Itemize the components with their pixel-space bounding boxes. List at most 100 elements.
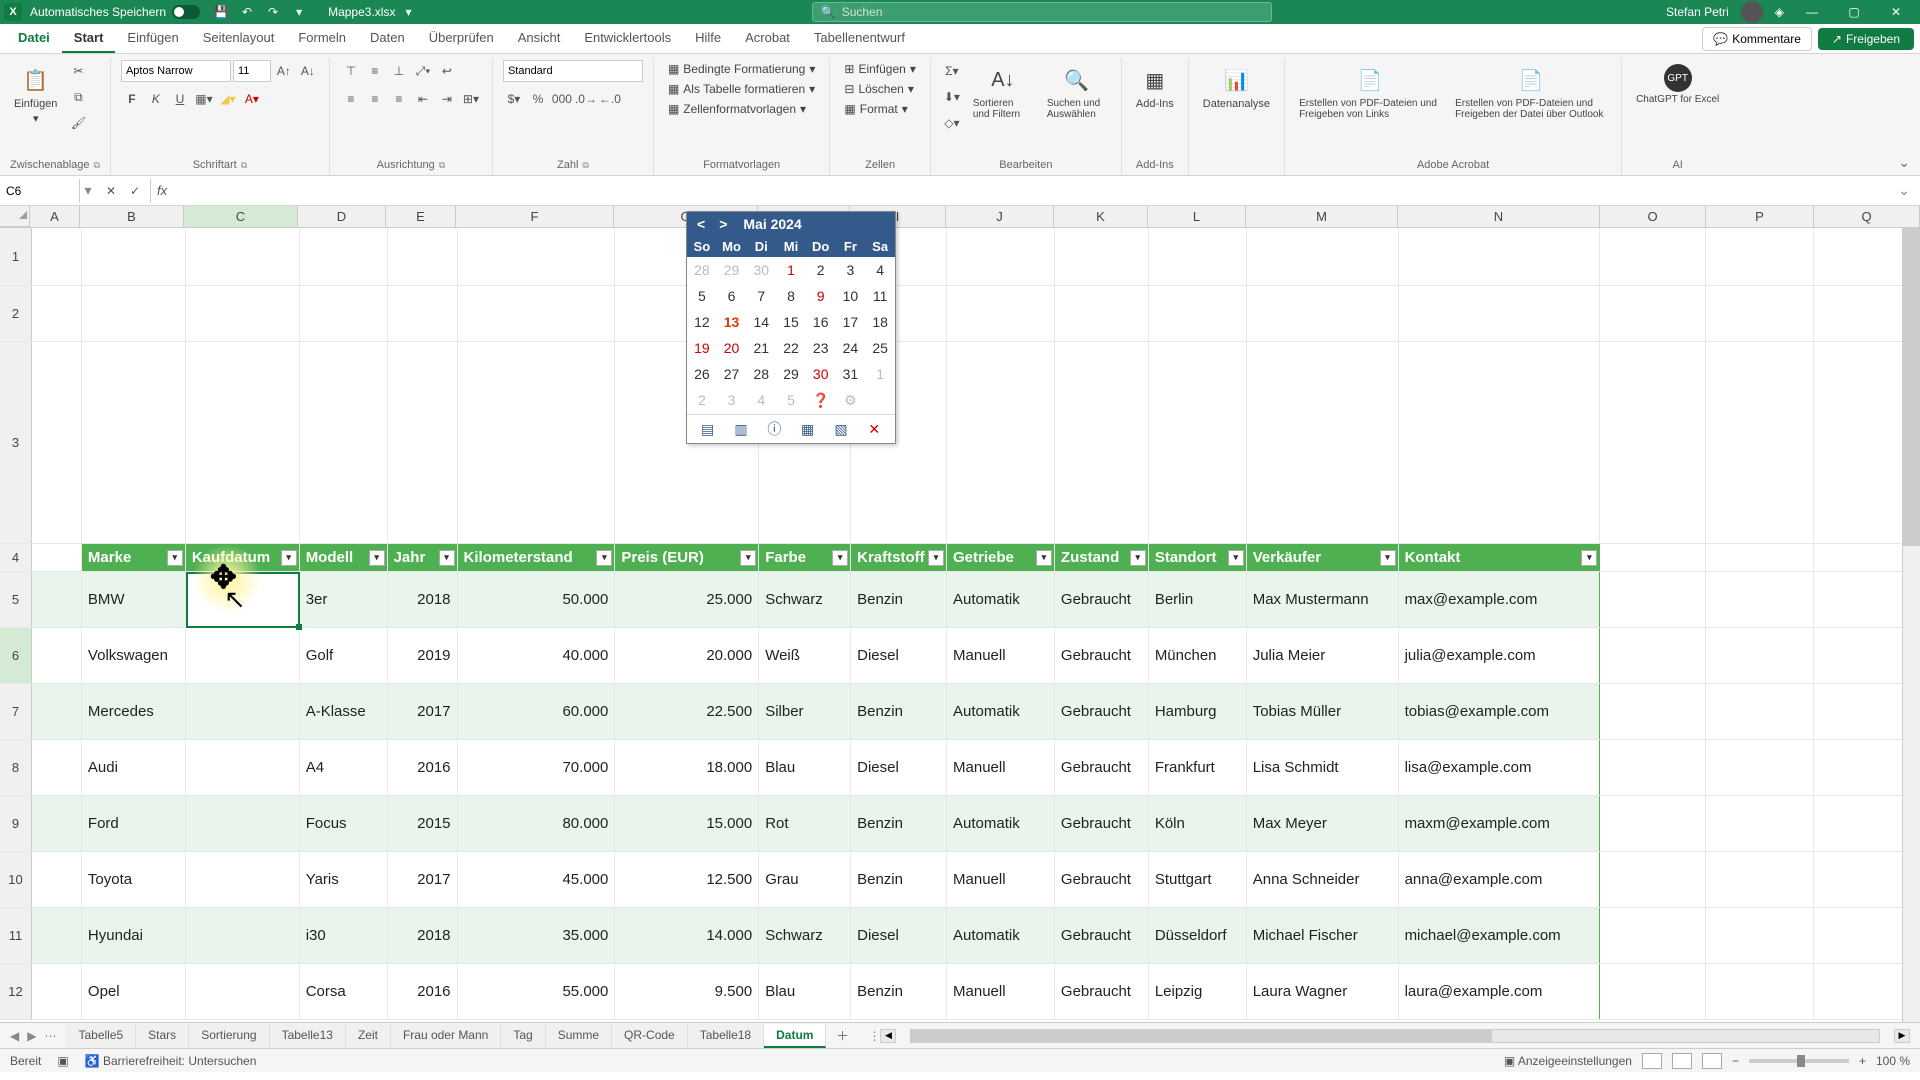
cell[interactable] — [1149, 228, 1247, 285]
fill-color-icon[interactable]: ◢▾ — [217, 88, 239, 110]
cell[interactable]: 2015 — [388, 796, 458, 851]
filter-dropdown-icon[interactable]: ▾ — [1130, 550, 1146, 566]
dialog-launcher-icon[interactable]: ⧉ — [241, 160, 247, 171]
maximize-icon[interactable]: ▢ — [1834, 0, 1874, 24]
cell[interactable] — [947, 286, 1055, 341]
formula-input[interactable] — [173, 179, 1888, 203]
cell[interactable] — [1600, 684, 1706, 739]
redo-icon[interactable]: ↷ — [264, 3, 282, 21]
cell[interactable]: Gebraucht — [1055, 684, 1149, 739]
cell[interactable]: Gebraucht — [1055, 796, 1149, 851]
cell[interactable]: Max Mustermann — [1247, 572, 1399, 627]
row-header-5[interactable]: 5 — [0, 572, 32, 627]
cell[interactable]: Max Meyer — [1247, 796, 1399, 851]
cell[interactable] — [300, 228, 388, 285]
calendar-day[interactable]: 3 — [836, 257, 866, 283]
filter-dropdown-icon[interactable]: ▾ — [1036, 550, 1052, 566]
cell[interactable]: 35.000 — [458, 908, 616, 963]
dialog-launcher-icon[interactable]: ⧉ — [439, 160, 445, 171]
filename-dropdown-icon[interactable]: ▾ — [399, 3, 417, 21]
cell[interactable]: Manuell — [947, 964, 1055, 1019]
calendar-day[interactable]: 20 — [717, 335, 747, 361]
calendar-day[interactable]: 8 — [776, 283, 806, 309]
cell[interactable]: 2019 — [388, 628, 458, 683]
cell[interactable]: 50.000 — [458, 572, 616, 627]
cell[interactable] — [32, 684, 82, 739]
cell[interactable]: Golf — [300, 628, 388, 683]
calendar-day[interactable]: 12 — [687, 309, 717, 335]
cell[interactable]: Benzin — [851, 572, 947, 627]
cell[interactable] — [1600, 628, 1706, 683]
calendar-close-icon[interactable]: ✕ — [864, 419, 884, 439]
cell[interactable] — [1055, 342, 1149, 543]
cell[interactable] — [32, 964, 82, 1019]
cell[interactable] — [1600, 342, 1706, 543]
dialog-launcher-icon[interactable]: ⧉ — [582, 160, 588, 171]
cell[interactable]: Yaris — [300, 852, 388, 907]
cell[interactable] — [1399, 228, 1601, 285]
sheet-tab-tabelle18[interactable]: Tabelle18 — [688, 1024, 764, 1048]
row-header-1[interactable]: 1 — [0, 228, 32, 285]
cell[interactable] — [32, 286, 82, 341]
cell[interactable] — [82, 228, 186, 285]
fill-icon[interactable]: ⬇▾ — [941, 86, 963, 108]
filter-dropdown-icon[interactable]: ▾ — [281, 550, 297, 566]
cell[interactable]: Focus — [300, 796, 388, 851]
calendar-day[interactable]: 29 — [776, 361, 806, 387]
row-header-10[interactable]: 10 — [0, 852, 32, 907]
column-header-E[interactable]: E — [386, 206, 456, 227]
minimize-icon[interactable]: — — [1792, 0, 1832, 24]
cell[interactable] — [186, 740, 300, 795]
cell[interactable]: Volkswagen — [82, 628, 186, 683]
diamond-icon[interactable]: ◈ — [1775, 5, 1784, 19]
addins-button[interactable]: ▦Add-Ins — [1132, 60, 1178, 114]
cell[interactable]: 60.000 — [458, 684, 616, 739]
table-header-preiseur[interactable]: Preis (EUR)▾ — [615, 544, 759, 571]
cell[interactable]: Schwarz — [759, 908, 851, 963]
calendar-day[interactable]: 10 — [836, 283, 866, 309]
cell[interactable] — [186, 796, 300, 851]
cell[interactable] — [186, 964, 300, 1019]
cell[interactable] — [186, 852, 300, 907]
cell[interactable]: Diesel — [851, 740, 947, 795]
cell[interactable]: tobias@example.com — [1399, 684, 1601, 739]
cell[interactable]: Gebraucht — [1055, 628, 1149, 683]
sheet-tab-qr-code[interactable]: QR-Code — [612, 1024, 688, 1048]
add-sheet-button[interactable]: ＋ — [826, 1023, 858, 1048]
calendar-day[interactable]: 22 — [776, 335, 806, 361]
calendar-day[interactable]: 14 — [746, 309, 776, 335]
vertical-scrollbar[interactable] — [1902, 228, 1920, 1022]
cell[interactable]: Manuell — [947, 740, 1055, 795]
cancel-icon[interactable]: ✕ — [100, 180, 122, 202]
name-box[interactable]: C6 — [0, 179, 80, 203]
expand-formula-icon[interactable]: ⌄ — [1888, 182, 1920, 199]
cell[interactable]: 70.000 — [458, 740, 616, 795]
cell[interactable]: 12.500 — [615, 852, 759, 907]
cell[interactable] — [82, 342, 186, 543]
cell[interactable]: 18.000 — [615, 740, 759, 795]
filter-dropdown-icon[interactable]: ▾ — [1380, 550, 1396, 566]
cell[interactable] — [1247, 228, 1399, 285]
table-header-kilometerstand[interactable]: Kilometerstand▾ — [458, 544, 616, 571]
row-header-3[interactable]: 3 — [0, 342, 32, 543]
cell[interactable] — [1706, 684, 1814, 739]
data-analysis-button[interactable]: 📊Datenanalyse — [1199, 60, 1274, 114]
cell[interactable]: Corsa — [300, 964, 388, 1019]
cell[interactable] — [458, 228, 616, 285]
align-left-icon[interactable]: ≡ — [340, 88, 362, 110]
italic-button[interactable]: K — [145, 88, 167, 110]
calendar-day[interactable]: 5 — [687, 283, 717, 309]
page-layout-view-icon[interactable] — [1672, 1053, 1692, 1069]
cell[interactable]: Automatik — [947, 684, 1055, 739]
column-header-Q[interactable]: Q — [1814, 206, 1920, 227]
cell[interactable] — [1600, 852, 1706, 907]
menu-tab-acrobat[interactable]: Acrobat — [733, 24, 802, 53]
percent-icon[interactable]: % — [527, 88, 549, 110]
normal-view-icon[interactable] — [1642, 1053, 1662, 1069]
cell[interactable]: 22.500 — [615, 684, 759, 739]
cell[interactable] — [32, 796, 82, 851]
select-all-corner[interactable] — [0, 206, 30, 227]
hscroll-left-icon[interactable]: ◀ — [880, 1029, 896, 1043]
menu-tab-start[interactable]: Start — [62, 24, 116, 53]
column-header-M[interactable]: M — [1246, 206, 1398, 227]
